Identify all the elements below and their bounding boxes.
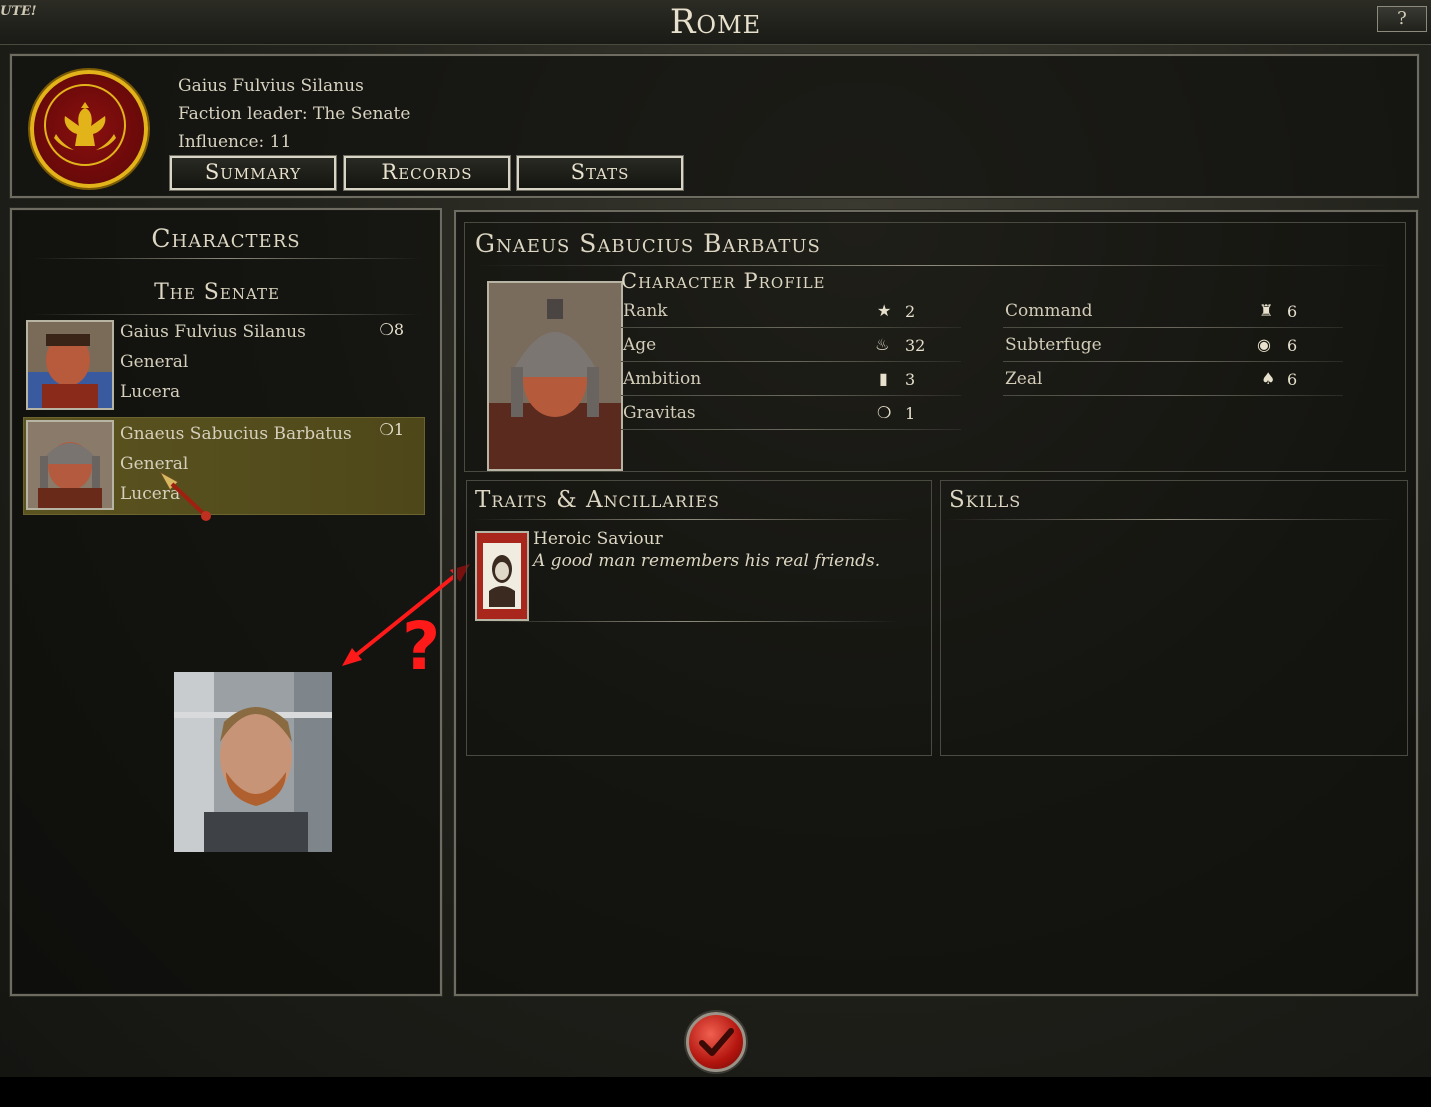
eagle-emblem-icon	[30, 70, 148, 188]
spear-cursor-icon	[158, 470, 211, 521]
laurel-icon: ❍	[877, 403, 892, 422]
character-large-portrait	[487, 281, 623, 471]
stat-divider	[621, 395, 961, 396]
faction-leader-name: Gaius Fulvius Silanus	[178, 76, 364, 96]
traits-section: Traits & Ancillaries Heroic Saviour A go…	[466, 480, 932, 756]
stat-command-value: 6	[1287, 302, 1298, 321]
torch-icon: ♠	[1261, 369, 1276, 388]
stat-divider	[1003, 327, 1343, 328]
stat-subterfuge-value: 6	[1287, 336, 1298, 355]
webcam-overlay-image	[174, 672, 332, 852]
game-screen: UTE! Rome ? Gaius Fulvius Silanus Factio…	[0, 0, 1431, 1077]
heading-divider	[32, 258, 422, 259]
helmet-icon: ♜	[1259, 301, 1274, 320]
stat-ambition-label: Ambition	[623, 369, 702, 389]
profile-section: Gnaeus Sabucius Barbatus Character Profi…	[464, 222, 1406, 472]
bottom-bar	[0, 1077, 1431, 1107]
eye-icon: ◉	[1257, 335, 1271, 354]
stat-ambition-value: 3	[905, 370, 916, 389]
laurel-icon: ❍	[379, 420, 394, 439]
stat-divider	[621, 429, 961, 430]
character-location: Lucera	[120, 382, 181, 402]
traits-heading: Traits & Ancillaries	[475, 487, 720, 513]
gravitas-value: 1	[393, 420, 404, 439]
stat-zeal-value: 6	[1287, 370, 1298, 389]
stat-gravitas-value: 1	[905, 404, 916, 423]
traits-divider	[471, 519, 911, 520]
faction-group-heading: The Senate	[154, 280, 280, 305]
stat-command-label: Command	[1005, 301, 1093, 321]
title-bar: UTE! Rome ?	[0, 0, 1431, 45]
selected-character-name: Gnaeus Sabucius Barbatus	[475, 229, 821, 258]
character-portrait	[26, 420, 114, 510]
stat-rank-label: Rank	[623, 301, 668, 321]
tab-summary[interactable]: Summary	[169, 155, 337, 191]
stat-divider	[621, 327, 961, 328]
confirm-button[interactable]	[686, 1012, 746, 1072]
character-detail-panel: Gnaeus Sabucius Barbatus Character Profi…	[454, 210, 1418, 996]
page-title: Rome	[669, 2, 762, 42]
gravitas-badge: ❍8	[379, 320, 404, 339]
tab-stats[interactable]: Stats	[516, 155, 684, 191]
skills-heading: Skills	[949, 487, 1022, 513]
tab-records[interactable]: Records	[343, 155, 511, 191]
stat-subterfuge-label: Subterfuge	[1005, 335, 1102, 355]
stat-divider	[621, 361, 961, 362]
faction-panel: Gaius Fulvius Silanus Faction leader: Th…	[10, 54, 1419, 198]
faction-leader-line: Faction leader: The Senate	[178, 104, 411, 124]
character-name: Gnaeus Sabucius Barbatus	[120, 424, 352, 444]
trait-name: Heroic Saviour	[533, 529, 663, 549]
laurel-icon: ❍	[379, 320, 394, 339]
stat-divider	[1003, 361, 1343, 362]
influence-line: Influence: 11	[178, 132, 292, 152]
stat-gravitas-label: Gravitas	[623, 403, 696, 423]
character-row[interactable]: Gaius Fulvius Silanus General Lucera ❍8	[24, 318, 424, 414]
scroll-icon: ▮	[879, 369, 888, 388]
characters-heading: Characters	[151, 224, 301, 253]
stat-rank-value: 2	[905, 302, 916, 321]
faction-info: Gaius Fulvius Silanus Faction leader: Th…	[178, 72, 410, 156]
gravitas-badge: ❍1	[379, 420, 404, 439]
character-portrait	[26, 320, 114, 410]
heroic-saviour-trait-icon[interactable]	[475, 531, 529, 621]
stat-age-label: Age	[623, 335, 657, 355]
checkmark-icon	[699, 1028, 734, 1056]
trait-description: A good man remembers his real friends.	[533, 551, 881, 571]
lamp-icon: ♨	[875, 335, 890, 354]
stat-age-value: 32	[905, 336, 926, 355]
character-row-selected[interactable]: Gnaeus Sabucius Barbatus General Lucera …	[24, 418, 424, 514]
profile-heading: Character Profile	[621, 269, 826, 293]
skills-section: Skills	[940, 480, 1408, 756]
group-divider	[32, 314, 422, 315]
character-name: Gaius Fulvius Silanus	[120, 322, 306, 342]
name-divider	[471, 265, 1391, 266]
annotation-question-mark: ?	[402, 608, 441, 685]
stat-divider	[1003, 395, 1343, 396]
skills-divider	[945, 519, 1395, 520]
help-button[interactable]: ?	[1377, 6, 1427, 32]
character-role: General	[120, 352, 189, 372]
star-icon: ★	[877, 301, 892, 320]
trait-divider	[471, 621, 901, 622]
gravitas-value: 8	[393, 320, 404, 339]
stat-zeal-label: Zeal	[1005, 369, 1043, 389]
